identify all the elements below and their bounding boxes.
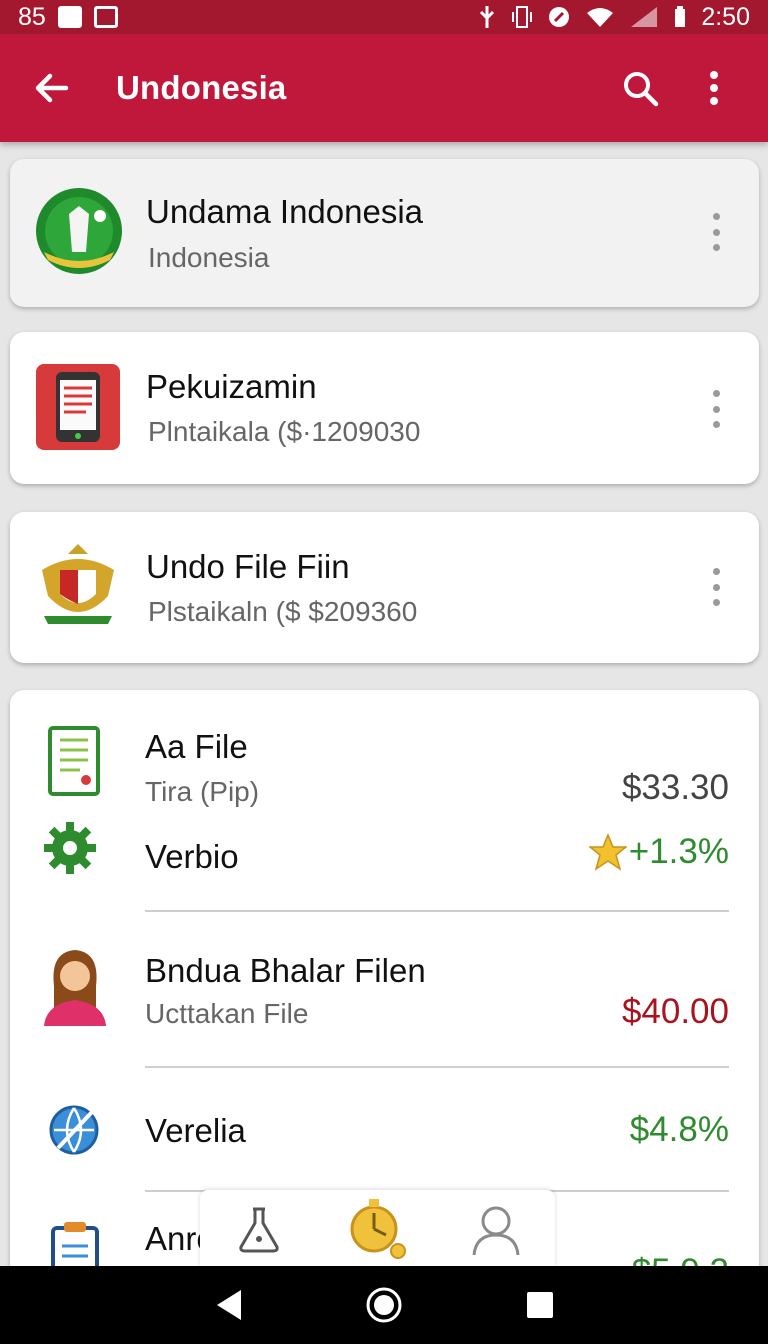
gear-icon bbox=[44, 822, 96, 874]
page-title: Undonesia bbox=[116, 69, 287, 106]
list-item-title[interactable]: Bndua Bhalar Filen bbox=[145, 952, 426, 990]
back-triangle-icon bbox=[217, 1290, 241, 1320]
wifi-icon bbox=[587, 8, 614, 27]
list-item-change: +1.3% bbox=[588, 832, 729, 872]
more-vert-icon bbox=[710, 71, 718, 105]
signal-icon bbox=[631, 7, 658, 27]
card-more-icon[interactable] bbox=[711, 213, 721, 251]
list-item-title[interactable]: Verbio bbox=[145, 838, 239, 876]
card-title: Undo File Fiin bbox=[146, 548, 350, 585]
app-bar: Undonesia bbox=[0, 34, 768, 142]
recents-square-icon bbox=[527, 1292, 553, 1318]
card-subtitle: Plntaikala ($·1209030 bbox=[148, 416, 421, 447]
list-item-subtitle: Ucttakan File bbox=[145, 998, 309, 1029]
battery-icon bbox=[675, 6, 686, 27]
list-item-title[interactable]: Aa File bbox=[145, 728, 248, 766]
woman-avatar-icon bbox=[44, 950, 106, 1026]
tab-lab[interactable] bbox=[200, 1190, 318, 1268]
usb-icon bbox=[480, 6, 495, 28]
card-subtitle: Indonesia bbox=[148, 242, 270, 273]
data-saver-icon bbox=[549, 7, 570, 27]
mail-icon bbox=[57, 6, 82, 28]
card-pekuizamin[interactable]: Pekuizamin Plntaikala ($·1209030 bbox=[10, 332, 759, 484]
list-item-value: $40.00 bbox=[621, 992, 729, 1031]
nav-home-button[interactable] bbox=[354, 1275, 414, 1335]
tab-profile[interactable] bbox=[437, 1190, 555, 1268]
star-icon bbox=[588, 833, 627, 871]
card-subtitle: Plstaikaln ($ $209360 bbox=[148, 596, 418, 627]
card-undama-indonesia[interactable]: Undama Indonesia Indonesia bbox=[10, 159, 759, 307]
divider bbox=[145, 910, 729, 912]
notification-count: 85 bbox=[18, 2, 46, 31]
list-item-value: +1.3% bbox=[628, 832, 729, 871]
card-more-icon[interactable] bbox=[711, 390, 721, 428]
person-icon bbox=[472, 1206, 520, 1256]
document-icon bbox=[48, 726, 100, 796]
arrow-left-icon bbox=[35, 73, 69, 103]
list-item-value: $4.8% bbox=[629, 1110, 729, 1149]
bottom-tab-bar bbox=[200, 1190, 555, 1268]
divider bbox=[145, 1066, 729, 1068]
list-item-title[interactable]: Verelia bbox=[145, 1112, 246, 1150]
garuda-crest-icon bbox=[42, 544, 114, 624]
timer-icon bbox=[350, 1199, 407, 1259]
list-item-subtitle: Tira (Pip) bbox=[145, 776, 260, 807]
globe-icon bbox=[49, 1105, 99, 1155]
status-bar: 85 2:50 bbox=[0, 0, 768, 34]
flask-icon bbox=[239, 1207, 279, 1253]
clock: 2:50 bbox=[701, 2, 750, 31]
nav-recents-button[interactable] bbox=[510, 1275, 570, 1335]
nav-back-button[interactable] bbox=[198, 1275, 258, 1335]
card-title: Undama Indonesia bbox=[146, 193, 424, 230]
search-icon bbox=[624, 72, 659, 107]
search-button[interactable] bbox=[608, 56, 672, 120]
notification-box-icon bbox=[93, 6, 118, 28]
card-undo-file-fiin[interactable]: Undo File Fiin Plstaikaln ($ $209360 bbox=[10, 512, 759, 663]
system-nav-bar bbox=[0, 1266, 768, 1344]
phone-document-icon bbox=[36, 364, 120, 450]
card-title: Pekuizamin bbox=[146, 368, 317, 405]
tab-timer[interactable] bbox=[318, 1190, 436, 1268]
vibrate-icon bbox=[512, 6, 533, 28]
back-button[interactable] bbox=[20, 56, 84, 120]
list-item-value: $33.30 bbox=[621, 768, 729, 807]
card-more-icon[interactable] bbox=[711, 568, 721, 606]
green-emblem-icon bbox=[36, 188, 122, 274]
home-circle-icon bbox=[366, 1287, 402, 1323]
overflow-menu-button[interactable] bbox=[682, 56, 746, 120]
